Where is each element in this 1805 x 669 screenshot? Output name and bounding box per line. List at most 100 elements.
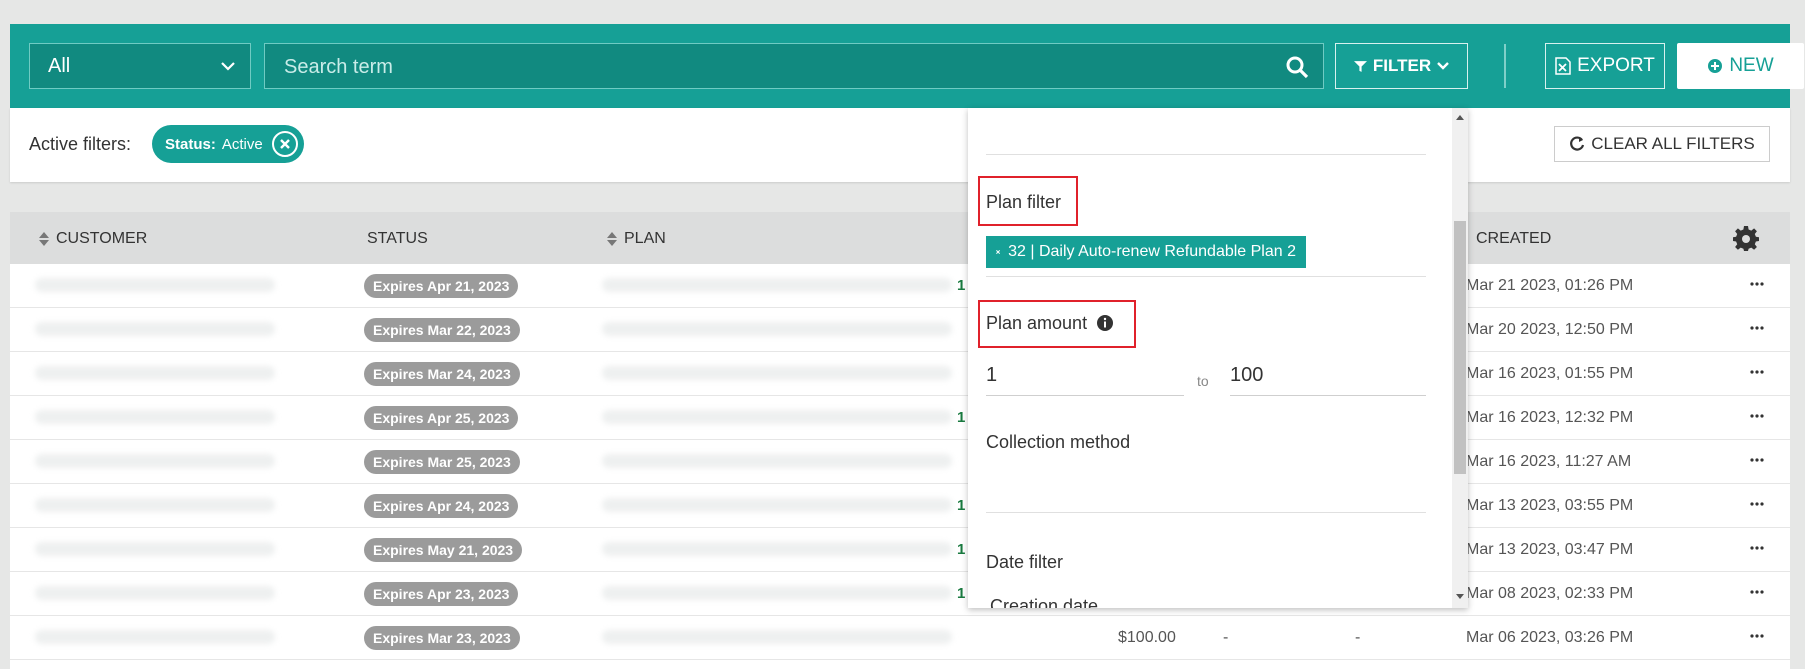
row-actions-icon[interactable] <box>1749 320 1765 336</box>
new-button[interactable]: NEW <box>1677 43 1804 89</box>
status-badge: Expires Mar 24, 2023 <box>364 362 520 386</box>
close-icon[interactable] <box>996 247 1001 257</box>
customer-email-redacted[interactable] <box>35 366 275 380</box>
table-row[interactable]: Expires Mar 24, 2023 Mar 16 2023, 01:55 P… <box>10 352 1790 396</box>
excel-file-icon <box>1555 57 1571 75</box>
plan-name-redacted <box>602 278 952 292</box>
plan-name-redacted <box>602 366 952 380</box>
column-header-created[interactable]: CREATED <box>1476 230 1551 248</box>
export-button[interactable]: EXPORT <box>1545 43 1665 89</box>
plan-amount-max-input[interactable]: 100 <box>1230 356 1426 396</box>
scope-select[interactable]: All <box>29 43 251 89</box>
created-date: Mar 16 2023, 12:32 PM <box>1466 409 1634 426</box>
customer-email-redacted[interactable] <box>35 454 275 468</box>
plan-filter-label: Plan filter <box>986 192 1062 212</box>
new-button-label: NEW <box>1729 55 1774 76</box>
customer-email-redacted[interactable] <box>35 542 275 556</box>
table-row[interactable]: Expires Mar 25, 2023 Mar 16 2023, 11:27 A… <box>10 440 1790 484</box>
created-date: Mar 06 2023, 03:26 PM <box>1466 629 1634 646</box>
row-actions-icon[interactable] <box>1749 584 1765 600</box>
table-row[interactable]: Expires Mar 22, 2023 Mar 20 2023, 12:50 P… <box>10 308 1790 352</box>
table-row[interactable]: Expires Apr 24, 2023 1 Mar 13 2023, 03:55 … <box>10 484 1790 528</box>
column-header-plan[interactable]: PLAN <box>606 230 666 248</box>
creation-date-select[interactable]: Creation date <box>990 596 1098 608</box>
clear-all-filters-button[interactable]: CLEAR ALL FILTERS <box>1554 126 1770 162</box>
plan-name-redacted <box>602 630 952 644</box>
filter-button[interactable]: FILTER <box>1335 43 1468 89</box>
plan-name-redacted <box>602 498 952 512</box>
table-row[interactable]: Expires Apr 21, 2023 1 Mar 21 2023, 01:26 … <box>10 264 1790 308</box>
row-actions-icon[interactable] <box>1749 364 1765 380</box>
plan-name-redacted <box>602 542 952 556</box>
customer-email-redacted[interactable] <box>35 630 275 644</box>
empty-cell: - <box>1355 629 1361 646</box>
info-icon[interactable] <box>1096 314 1114 332</box>
filter-button-label: FILTER <box>1372 56 1432 75</box>
created-date: Mar 16 2023, 01:55 PM <box>1466 365 1634 382</box>
status-badge: Expires Apr 21, 2023 <box>364 274 519 298</box>
funnel-icon <box>1353 60 1367 72</box>
plus-circle-icon <box>1708 59 1723 73</box>
status-badge: Expires Apr 25, 2023 <box>364 406 519 430</box>
scrollbar-thumb[interactable] <box>1454 221 1466 474</box>
plan-number: 1 <box>957 497 966 514</box>
row-actions-icon[interactable] <box>1749 276 1765 292</box>
row-actions-icon[interactable] <box>1749 496 1765 512</box>
row-actions-icon[interactable] <box>1749 628 1765 644</box>
panel-scrollbar[interactable] <box>1452 108 1468 608</box>
column-header-created-label: CREATED <box>1476 230 1552 247</box>
collection-method-select[interactable] <box>986 512 1426 513</box>
column-header-customer-label: CUSTOMER <box>56 230 148 247</box>
column-header-plan-label: PLAN <box>624 230 666 247</box>
table-row[interactable]: Expires Mar 23, 2023 $100.00 - - Mar 06 2023… <box>10 616 1790 660</box>
column-header-customer[interactable]: CUSTOMER <box>38 230 147 248</box>
table-row[interactable]: Expires May 21, 2023 1 Mar 13 2023, 03:47 … <box>10 528 1790 572</box>
empty-cell: - <box>1223 629 1229 646</box>
status-badge: Expires May 21, 2023 <box>364 538 523 562</box>
chevron-down-icon <box>1437 62 1449 70</box>
row-actions-icon[interactable] <box>1749 452 1765 468</box>
created-date: Mar 16 2023, 11:27 AM <box>1466 453 1632 470</box>
plan-number: 1 <box>957 277 966 294</box>
chip-key: Status: <box>165 135 216 153</box>
export-button-label: EXPORT <box>1577 55 1655 76</box>
search-icon[interactable] <box>1285 55 1309 79</box>
date-filter-label: Date filter <box>986 552 1064 572</box>
active-filters-label: Active filters: <box>29 134 132 154</box>
row-actions-icon[interactable] <box>1749 540 1765 556</box>
panel-divider <box>986 276 1426 277</box>
column-header-status-label: STATUS <box>367 230 428 247</box>
amount-cell: $100.00 <box>1118 629 1176 646</box>
created-date: Mar 13 2023, 03:55 PM <box>1466 497 1634 514</box>
refresh-icon <box>1570 136 1585 151</box>
customer-email-redacted[interactable] <box>35 498 275 512</box>
toolbar: All Search term FILTER EXPORT NEW <box>10 24 1804 108</box>
scroll-up-icon[interactable] <box>1456 114 1464 122</box>
row-actions-icon[interactable] <box>1749 408 1765 424</box>
plan-name-redacted <box>602 410 952 424</box>
plan-amount-min-value: 1 <box>986 364 998 386</box>
sort-icon <box>607 232 617 246</box>
customer-email-redacted[interactable] <box>35 278 275 292</box>
plan-filter-tag[interactable]: 32 | Daily Auto-renew Refundable Plan 2 <box>986 236 1306 268</box>
search-input[interactable]: Search term <box>264 43 1324 89</box>
plan-amount-label: Plan amount <box>986 313 1088 333</box>
chip-value: Active <box>221 135 263 153</box>
plan-name-redacted <box>602 586 952 600</box>
table-header: CUSTOMER STATUS PLAN CREATED <box>10 212 1790 264</box>
customer-email-redacted[interactable] <box>35 410 275 424</box>
plan-filter-tag-label: 32 | Daily Auto-renew Refundable Plan 2 <box>1008 243 1296 260</box>
customer-email-redacted[interactable] <box>35 322 275 336</box>
scope-select-value: All <box>48 55 71 77</box>
table-row[interactable]: Expires Apr 23, 2023 1 Mar 08 2023, 02:33 … <box>10 572 1790 616</box>
customer-email-redacted[interactable] <box>35 586 275 600</box>
remove-filter-icon[interactable] <box>272 131 298 157</box>
range-separator: to <box>1197 373 1209 389</box>
plan-amount-min-input[interactable]: 1 <box>986 356 1184 396</box>
table-row[interactable]: Expires Apr 25, 2023 1 Mar 16 2023, 12:32 … <box>10 396 1790 440</box>
plan-name-redacted <box>602 322 952 336</box>
clear-all-filters-label: CLEAR ALL FILTERS <box>1591 134 1755 153</box>
gear-icon[interactable] <box>1733 225 1759 251</box>
created-date: Mar 08 2023, 02:33 PM <box>1466 585 1634 602</box>
scroll-down-icon[interactable] <box>1456 592 1464 600</box>
